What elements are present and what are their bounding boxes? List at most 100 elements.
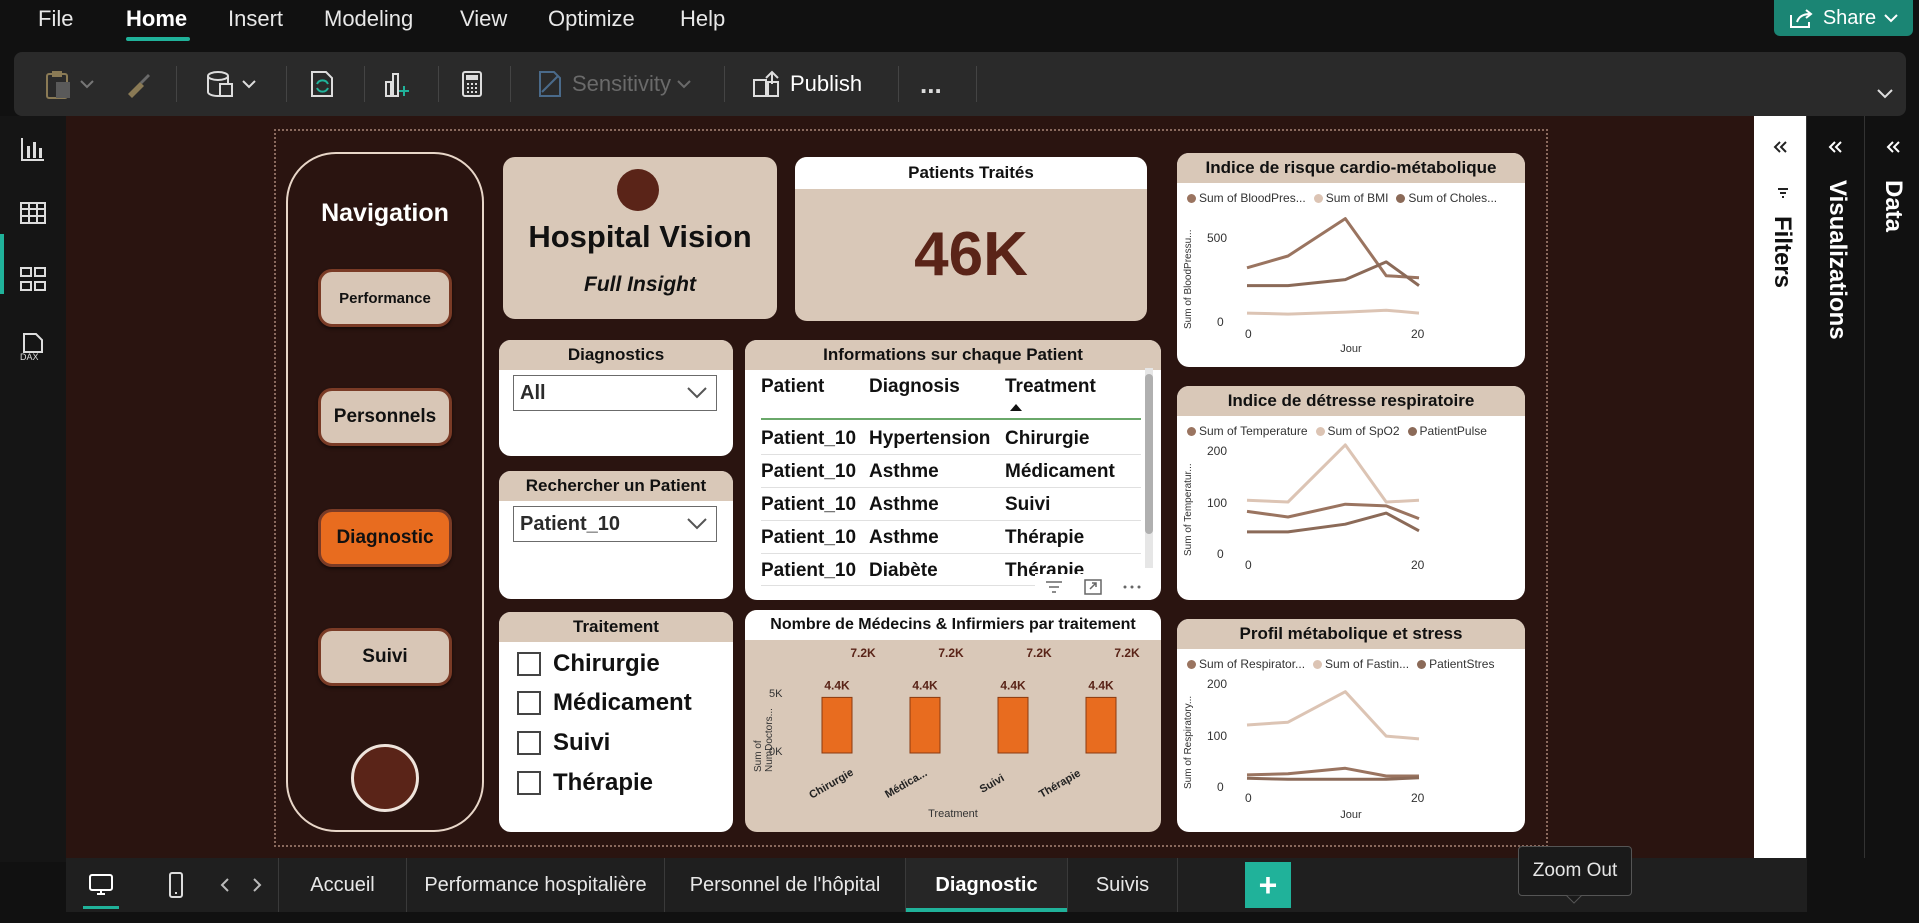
ribbon-divider: [898, 66, 899, 102]
share-icon: [1789, 9, 1813, 28]
chevron-down-icon: [687, 518, 707, 530]
table-scrollbar[interactable]: [1145, 368, 1153, 568]
treatment-option-medicament[interactable]: Médicament: [517, 687, 692, 719]
diagnostics-dropdown[interactable]: All: [513, 375, 717, 411]
series-line-1[interactable]: [1246, 766, 1419, 778]
chevron-right-icon[interactable]: [252, 878, 262, 892]
new-visual-icon: [385, 73, 409, 97]
diagnostics-slicer-title: Diagnostics: [499, 340, 733, 370]
bar-1[interactable]: [821, 696, 853, 754]
menu-bar: File Home Insert Modeling View Optimize …: [0, 0, 1919, 46]
paste-button[interactable]: [42, 64, 94, 104]
mobile-layout-button[interactable]: [156, 858, 196, 912]
series-line-3[interactable]: [1247, 260, 1420, 288]
series-line-3[interactable]: [1246, 776, 1420, 781]
table-row[interactable]: Patient_10 Asthme Médicament: [761, 455, 1141, 488]
data-pane[interactable]: Data: [1864, 116, 1919, 858]
metabolic-line-chart: Profil métabolique et stress Sum of Resp…: [1177, 619, 1525, 832]
menu-help[interactable]: Help: [680, 6, 725, 32]
view-switcher-rail: DAX: [0, 116, 66, 862]
checkbox[interactable]: [517, 691, 541, 715]
series-line-2[interactable]: [1246, 443, 1420, 504]
visualizations-pane[interactable]: Visualizations: [1806, 116, 1864, 858]
desktop-layout-button[interactable]: [66, 858, 136, 912]
table-row[interactable]: Patient_10 Hypertension Chirurgie: [761, 422, 1141, 455]
resp-plot: [1246, 443, 1420, 534]
refresh-button[interactable]: [306, 64, 338, 104]
collapse-double-chevron-icon[interactable]: [1827, 140, 1843, 154]
publish-label: Publish: [790, 71, 863, 96]
cardio-line-chart: Indice de risque cardio-métabolique Sum …: [1177, 153, 1525, 367]
tab-personnel-hopital[interactable]: Personnel de l'hôpital: [665, 858, 906, 912]
bar-2[interactable]: [909, 696, 941, 754]
column-header-patient[interactable]: Patient: [761, 376, 824, 398]
chevron-left-icon[interactable]: [220, 878, 230, 892]
tab-accueil[interactable]: Accueil: [279, 858, 407, 912]
active-view-indicator: [0, 234, 4, 294]
table-row[interactable]: Patient_10 Asthme Suivi: [761, 488, 1141, 521]
add-page-button[interactable]: +: [1245, 862, 1291, 908]
menu-file[interactable]: File: [38, 6, 73, 32]
nav-button-suivi[interactable]: Suivi: [318, 628, 452, 686]
sort-ascending-icon: [1010, 404, 1022, 411]
bar-total-label: 7.2K: [850, 646, 876, 660]
clipboard-icon: [46, 71, 70, 99]
menu-optimize[interactable]: Optimize: [548, 6, 635, 32]
menu-modeling[interactable]: Modeling: [324, 6, 413, 32]
brush-icon: [128, 74, 150, 98]
tab-performance-hospitaliere[interactable]: Performance hospitalière: [407, 858, 665, 912]
new-measure-button[interactable]: [456, 64, 488, 104]
nav-home-circle[interactable]: [351, 744, 419, 812]
get-data-button[interactable]: [204, 64, 256, 104]
nav-button-performance[interactable]: Performance: [318, 269, 452, 327]
menu-insert[interactable]: Insert: [228, 6, 283, 32]
expand-ribbon-icon[interactable]: [1876, 88, 1894, 100]
navigation-title: Navigation: [321, 199, 449, 227]
menu-view[interactable]: View: [460, 6, 507, 32]
more-options-button[interactable]: ...: [920, 64, 942, 104]
chevron-down-icon: [687, 387, 707, 399]
column-header-diagnosis[interactable]: Diagnosis: [869, 376, 960, 398]
table-row[interactable]: Patient_10 Asthme Thérapie: [761, 521, 1141, 554]
collapse-double-chevron-icon[interactable]: [1885, 140, 1901, 154]
patient-search-dropdown[interactable]: Patient_10: [513, 506, 717, 542]
checkbox[interactable]: [517, 652, 541, 676]
svg-text:DAX: DAX: [20, 352, 39, 362]
series-line-1[interactable]: [1246, 217, 1420, 280]
active-menu-indicator: [126, 37, 190, 41]
new-visual-button[interactable]: [382, 64, 414, 104]
series-line-2[interactable]: [1246, 690, 1420, 741]
bar-4[interactable]: [1085, 696, 1117, 754]
checkbox[interactable]: [517, 731, 541, 755]
table-view-icon[interactable]: [18, 198, 48, 228]
format-painter-button[interactable]: [122, 64, 154, 104]
filter-icon[interactable]: [1044, 579, 1064, 595]
nav-button-diagnostic[interactable]: Diagnostic: [318, 509, 452, 567]
table-header-row: Patient Diagnosis Treatment: [761, 376, 1141, 420]
treatment-option-chirurgie[interactable]: Chirurgie: [517, 648, 660, 680]
collapse-double-chevron-icon[interactable]: [1772, 140, 1788, 154]
series-line-2[interactable]: [1246, 308, 1420, 316]
more-options-icon[interactable]: [1122, 584, 1142, 590]
treatment-option-therapie[interactable]: Thérapie: [517, 767, 653, 799]
menu-home[interactable]: Home: [126, 6, 187, 32]
publish-button[interactable]: Publish: [750, 64, 862, 104]
treatment-option-suivi[interactable]: Suivi: [517, 727, 610, 759]
checkbox[interactable]: [517, 771, 541, 795]
tab-suivis[interactable]: Suivis: [1068, 858, 1178, 912]
dax-query-icon[interactable]: DAX: [18, 332, 48, 362]
nav-button-personnels[interactable]: Personnels: [318, 388, 452, 446]
bar-data-label: 4.4K: [912, 678, 938, 692]
sensitivity-button: Sensitivity: [534, 64, 691, 104]
filters-pane[interactable]: Filters: [1754, 116, 1806, 858]
report-view-icon[interactable]: [18, 134, 48, 164]
ribbon-divider: [976, 66, 977, 102]
focus-mode-icon[interactable]: [1083, 578, 1103, 596]
column-header-treatment[interactable]: Treatment: [1005, 376, 1096, 398]
model-view-icon[interactable]: [18, 264, 48, 294]
chevron-down-icon: [80, 80, 94, 89]
bar-3[interactable]: [997, 696, 1029, 754]
tab-diagnostic[interactable]: Diagnostic: [906, 858, 1068, 912]
share-button[interactable]: Share: [1774, 0, 1913, 36]
patient-search-value: Patient_10: [520, 512, 621, 535]
